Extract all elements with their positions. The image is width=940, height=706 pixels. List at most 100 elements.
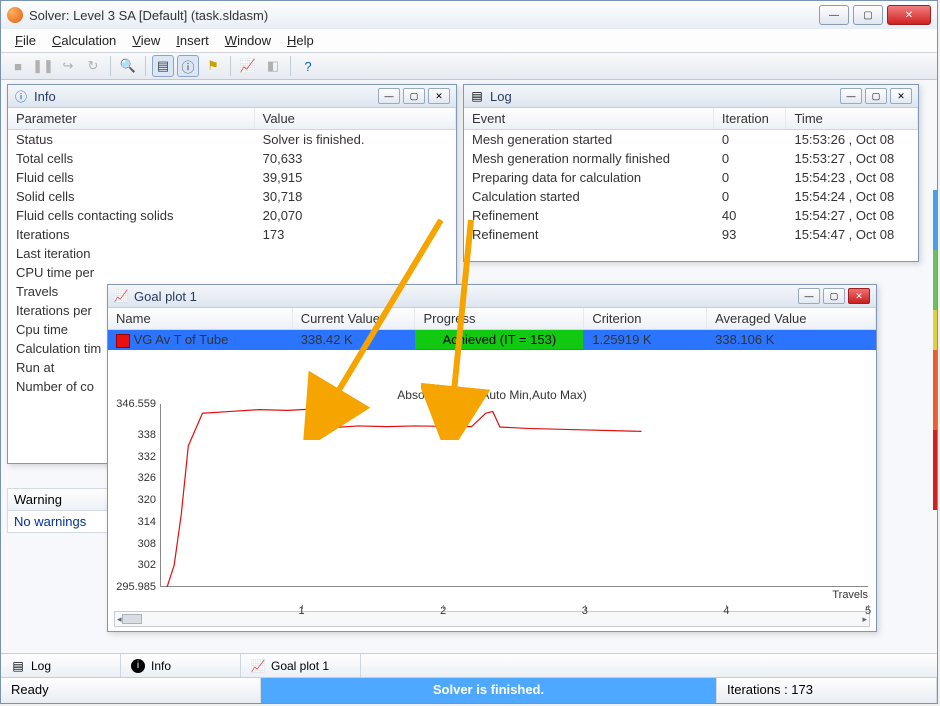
log-max-button[interactable]: ▢ — [865, 88, 887, 104]
log-row[interactable]: Refinement4015:54:27 , Oct 08 — [464, 206, 918, 225]
info-toggle-icon[interactable]: ⓘ — [177, 55, 199, 77]
menu-insert[interactable]: Insert — [170, 31, 215, 50]
goal-h-criterion[interactable]: Criterion — [584, 308, 707, 330]
info-param: Last iteration — [8, 244, 254, 263]
task-tab-goal[interactable]: 📈 Goal plot 1 — [241, 654, 361, 677]
log-time: 15:53:27 , Oct 08 — [786, 149, 918, 168]
log-title: Log — [490, 89, 840, 104]
y-tick-label: 308 — [138, 538, 156, 550]
info-icon: i — [131, 659, 145, 673]
menu-calculation[interactable]: Calculation — [46, 31, 122, 50]
goal-title: Goal plot 1 — [134, 289, 798, 304]
info-row[interactable]: Iterations173 — [8, 225, 456, 244]
toolbar-divider — [230, 56, 231, 76]
log-row[interactable]: Calculation started015:54:24 , Oct 08 — [464, 187, 918, 206]
goal-table: Name Current Value Progress Criterion Av… — [108, 308, 876, 350]
chart-scrollbar[interactable]: ◂ ▸ — [114, 611, 870, 627]
goals-flag-icon[interactable]: ⚑ — [202, 55, 224, 77]
status-progress: Solver is finished. — [261, 678, 717, 703]
log-min-button[interactable]: — — [840, 88, 862, 104]
info-value — [254, 244, 455, 263]
stop-icon[interactable]: ■ — [7, 55, 29, 77]
toolbar: ■ ❚❚ ↪ ↻ 🔍 ▤ ⓘ ⚑ 📈 ◧ ? — [1, 53, 937, 80]
info-row[interactable]: Last iteration — [8, 244, 456, 263]
goal-row[interactable]: VG Av T of Tube 338.42 K Achieved (IT = … — [108, 330, 876, 350]
log-row[interactable]: Refinement9315:54:47 , Oct 08 — [464, 225, 918, 244]
warnings-panel: Warning No warnings — [7, 488, 117, 533]
menu-help[interactable]: Help — [281, 31, 320, 50]
y-tick-label: 302 — [138, 559, 156, 571]
log-row[interactable]: Preparing data for calculation015:54:23 … — [464, 168, 918, 187]
info-row[interactable]: CPU time per — [8, 263, 456, 282]
goal-close-button[interactable]: ✕ — [848, 288, 870, 304]
log-row[interactable]: Mesh generation normally finished015:53:… — [464, 149, 918, 168]
mdi-taskbar: ▤ Log i Info 📈 Goal plot 1 — [1, 653, 937, 677]
info-header-value[interactable]: Value — [254, 108, 455, 130]
help-icon[interactable]: ? — [297, 55, 319, 77]
task-tab-info-label: Info — [151, 659, 171, 673]
log-row[interactable]: Mesh generation started015:53:26 , Oct 0… — [464, 130, 918, 150]
log-close-button[interactable]: ✕ — [890, 88, 912, 104]
preview-icon[interactable]: ◧ — [262, 55, 284, 77]
info-param: Iterations — [8, 225, 254, 244]
close-button[interactable]: ✕ — [887, 5, 931, 25]
info-row[interactable]: Total cells70,633 — [8, 149, 456, 168]
goal-min-button[interactable]: — — [798, 288, 820, 304]
graph-icon[interactable]: 📈 — [237, 55, 259, 77]
goal-h-avg[interactable]: Averaged Value — [707, 308, 876, 330]
warnings-text: No warnings — [8, 511, 116, 532]
log-iter: 0 — [713, 168, 786, 187]
pause-icon[interactable]: ❚❚ — [32, 55, 54, 77]
info-title: Info — [34, 89, 378, 104]
info-titlebar[interactable]: ⓘ Info — ▢ ✕ — [8, 85, 456, 108]
chart-plot[interactable]: 346.559338332326320314308302295.985 1234… — [160, 404, 868, 587]
task-tab-log[interactable]: ▤ Log — [1, 654, 121, 677]
menu-file[interactable]: File — [9, 31, 42, 50]
log-header-event[interactable]: Event — [464, 108, 713, 130]
info-row[interactable]: Solid cells30,718 — [8, 187, 456, 206]
info-max-button[interactable]: ▢ — [403, 88, 425, 104]
goal-titlebar[interactable]: 📈 Goal plot 1 — ▢ ✕ — [108, 285, 876, 308]
task-tab-info[interactable]: i Info — [121, 654, 241, 677]
info-row[interactable]: Fluid cells39,915 — [8, 168, 456, 187]
chart-area: Absolute Scale(Auto Min,Auto Max) 346.55… — [108, 386, 876, 631]
log-header-time[interactable]: Time — [786, 108, 918, 130]
goal-h-current[interactable]: Current Value — [292, 308, 415, 330]
menu-view[interactable]: View — [126, 31, 166, 50]
goal-current: 338.42 K — [292, 330, 415, 350]
goal-h-progress[interactable]: Progress — [415, 308, 584, 330]
info-row[interactable]: Fluid cells contacting solids20,070 — [8, 206, 456, 225]
info-close-button[interactable]: ✕ — [428, 88, 450, 104]
log-icon: ▤ — [11, 659, 25, 673]
info-min-button[interactable]: — — [378, 88, 400, 104]
log-iter: 0 — [713, 187, 786, 206]
goal-h-name[interactable]: Name — [108, 308, 292, 330]
goal-max-button[interactable]: ▢ — [823, 288, 845, 304]
info-param: Fluid cells contacting solids — [8, 206, 254, 225]
y-tick-label: 346.559 — [116, 398, 156, 410]
minimize-button[interactable]: — — [819, 5, 849, 25]
maximize-button[interactable]: ▢ — [853, 5, 883, 25]
log-iter: 93 — [713, 225, 786, 244]
info-row[interactable]: StatusSolver is finished. — [8, 130, 456, 150]
zoom-icon[interactable]: 🔍 — [117, 55, 139, 77]
log-header-iter[interactable]: Iteration — [713, 108, 786, 130]
chart-icon: 📈 — [251, 659, 265, 673]
info-value: 70,633 — [254, 149, 455, 168]
menu-window[interactable]: Window — [219, 31, 277, 50]
log-titlebar[interactable]: ▤ Log — ▢ ✕ — [464, 85, 918, 108]
log-table: Event Iteration Time Mesh generation sta… — [464, 108, 918, 244]
title-bar: Solver: Level 3 SA [Default] (task.sldas… — [1, 1, 937, 29]
log-iter: 40 — [713, 206, 786, 225]
info-param: CPU time per — [8, 263, 254, 282]
scroll-thumb[interactable] — [122, 614, 142, 624]
log-toggle-icon[interactable]: ▤ — [152, 55, 174, 77]
refresh-icon[interactable]: ↻ — [82, 55, 104, 77]
goal-plot-window: 📈 Goal plot 1 — ▢ ✕ Name Current Value P… — [107, 284, 877, 632]
info-header-param[interactable]: Parameter — [8, 108, 254, 130]
y-tick-label: 295.985 — [116, 581, 156, 593]
log-iter: 0 — [713, 130, 786, 150]
toolbar-divider — [110, 56, 111, 76]
step-icon[interactable]: ↪ — [57, 55, 79, 77]
info-param: Fluid cells — [8, 168, 254, 187]
